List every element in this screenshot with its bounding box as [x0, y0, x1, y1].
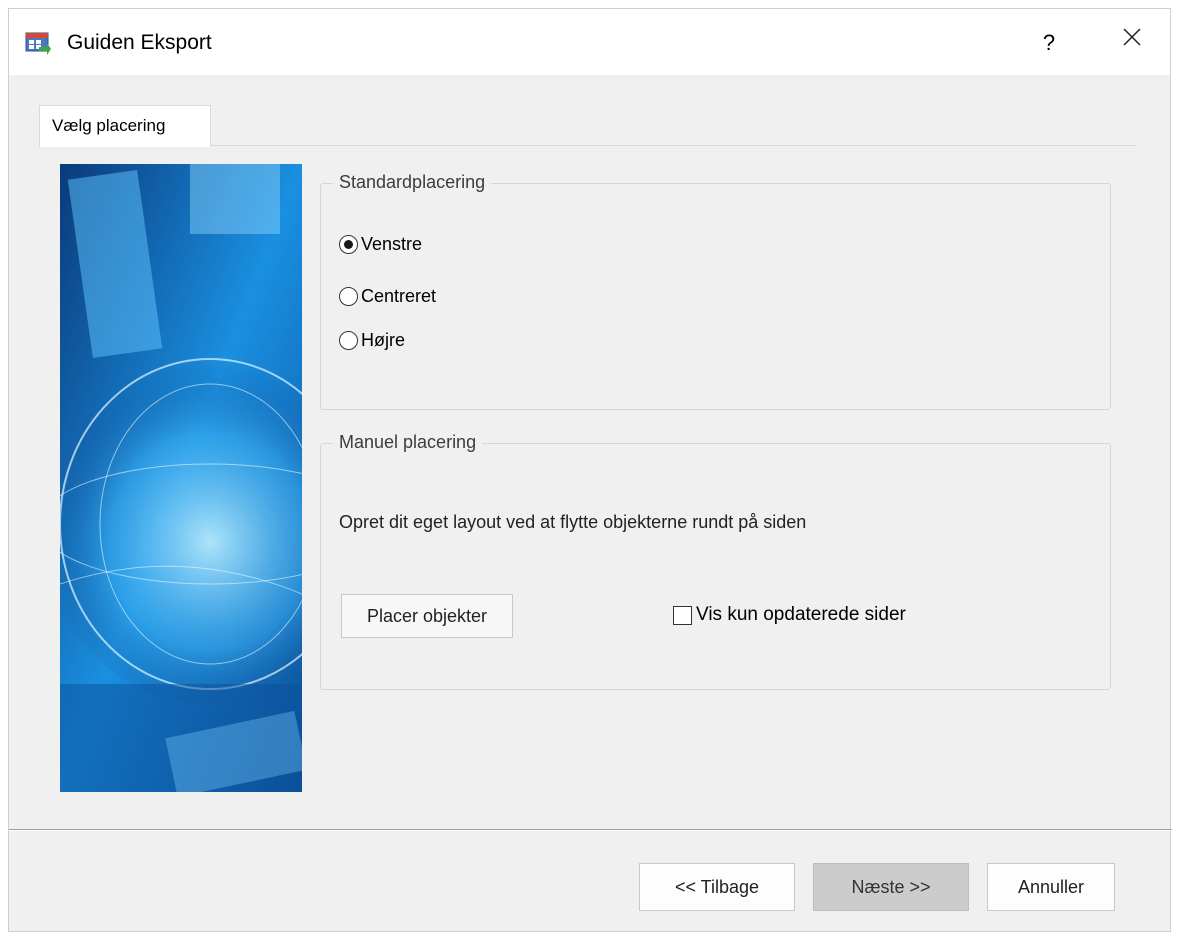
radio-label-venstre: Venstre	[361, 233, 423, 254]
tab-vaelg-placering[interactable]: Vælg placering	[39, 105, 211, 147]
tab-divider	[211, 145, 1137, 146]
radio-label-centreret: Centreret	[361, 285, 437, 306]
radio-centreret[interactable]: Centreret	[339, 282, 436, 310]
updated-pages-checkbox[interactable]	[673, 605, 692, 625]
radio-venstre[interactable]: Venstre	[339, 230, 422, 258]
radio-button[interactable]	[339, 286, 358, 306]
manual-placement-group: Manuel placering Opret dit eget layout v…	[320, 432, 1111, 690]
radio-button-checked[interactable]	[339, 234, 358, 254]
export-wizard-dialog: Guiden Eksport ? Vælg placering Standard…	[8, 8, 1172, 932]
title-bar: Guiden Eksport ?	[9, 9, 1170, 75]
manual-placement-legend: Manuel placering	[333, 432, 483, 453]
radio-button[interactable]	[339, 330, 358, 350]
wizard-banner-image	[60, 164, 302, 792]
back-button[interactable]: << Tilbage	[639, 863, 795, 911]
next-button[interactable]: Næste >>	[813, 863, 969, 911]
place-objects-button[interactable]: Placer objekter	[341, 594, 513, 638]
standard-placement-legend: Standardplacering	[333, 172, 492, 193]
footer-separator-highlight	[9, 830, 1172, 831]
updated-pages-label: Vis kun opdaterede sider	[696, 604, 906, 625]
help-button[interactable]: ?	[1027, 23, 1071, 63]
app-icon	[25, 31, 51, 57]
manual-placement-description: Opret dit eget layout ved at flytte obje…	[339, 512, 807, 532]
cancel-button[interactable]: Annuller	[987, 863, 1115, 911]
radio-hojre[interactable]: Højre	[339, 326, 405, 354]
close-icon[interactable]	[1109, 23, 1155, 63]
radio-label-hojre: Højre	[361, 329, 405, 350]
updated-pages-checkbox-row[interactable]: Vis kun opdaterede sider	[673, 600, 906, 630]
window-title: Guiden Eksport	[67, 31, 212, 54]
standard-placement-group: Standardplacering Venstre Centreret Højr…	[320, 172, 1111, 410]
